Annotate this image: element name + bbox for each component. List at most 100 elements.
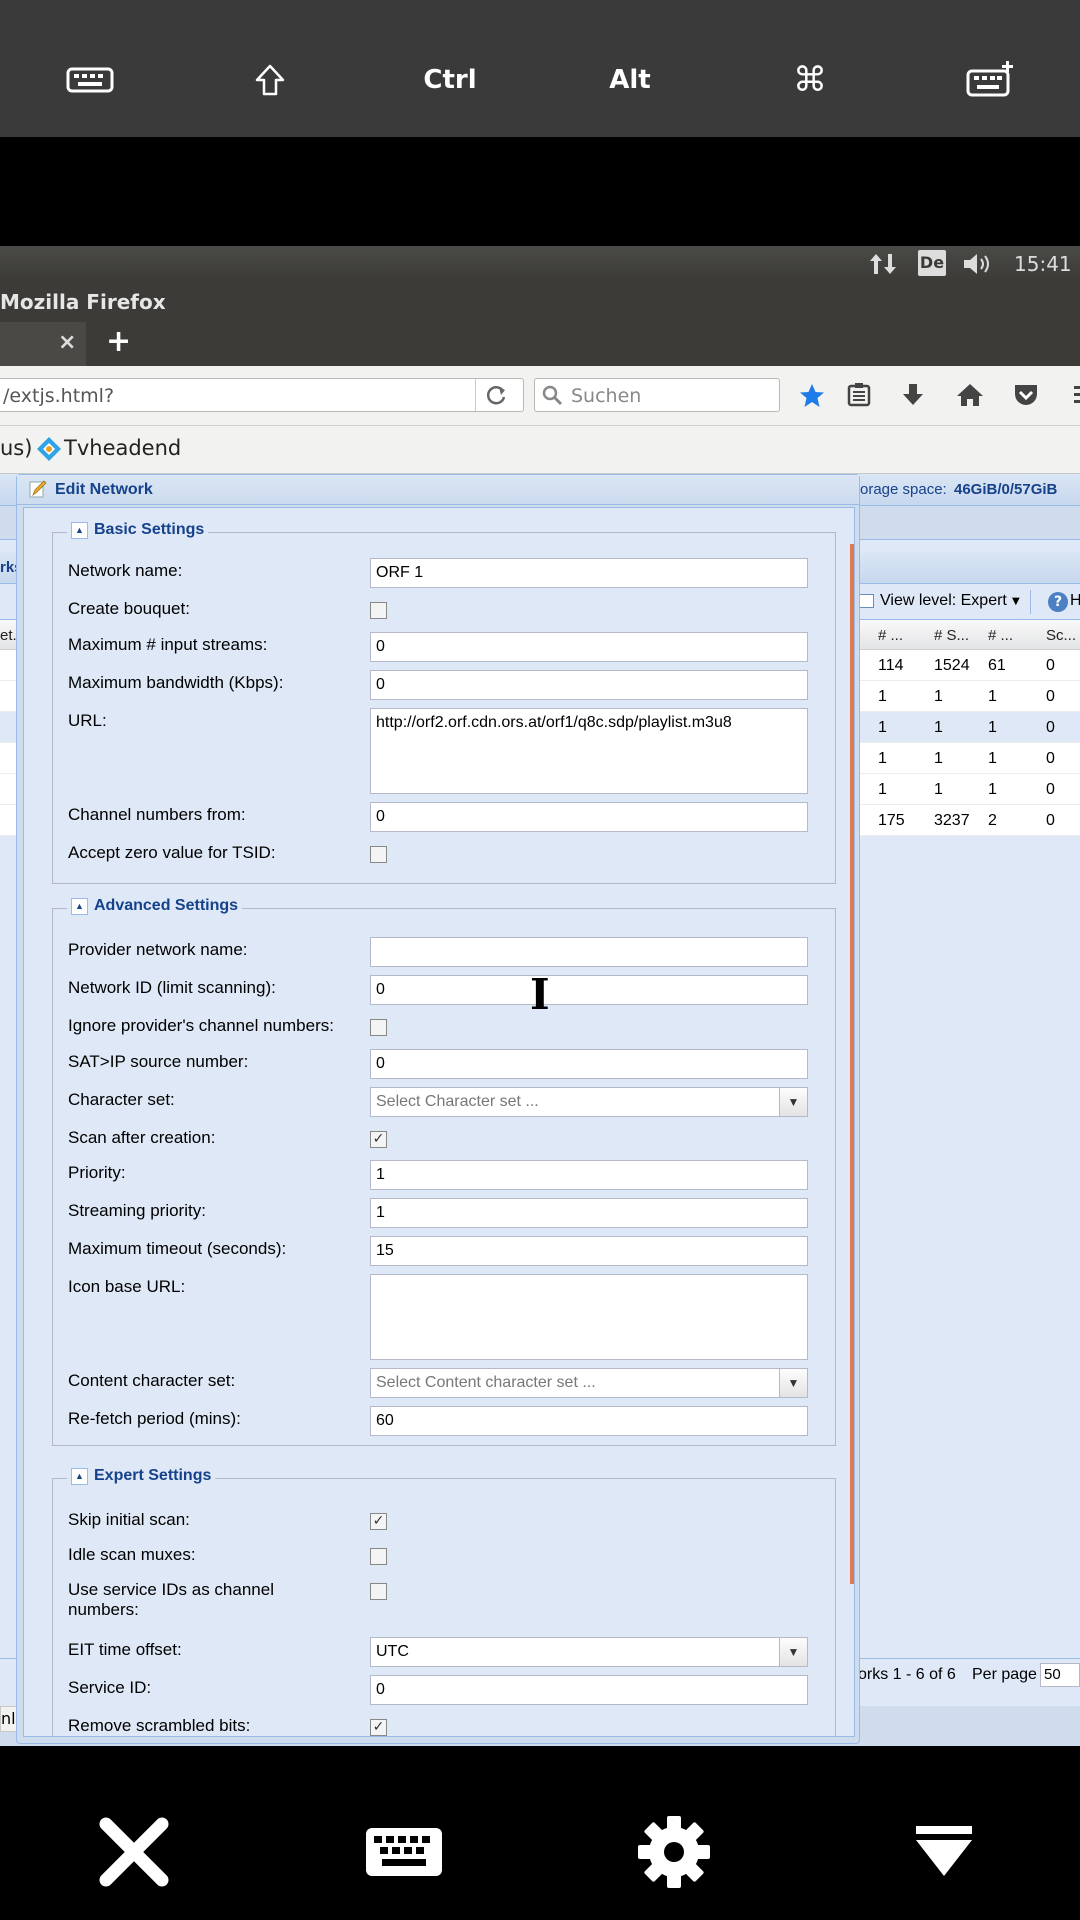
pocket-icon[interactable]: [1012, 382, 1040, 412]
download-icon[interactable]: [900, 382, 926, 412]
max-bandwidth-label: Maximum bandwidth (Kbps):: [68, 673, 284, 692]
reload-icon[interactable]: [485, 383, 509, 411]
scan-after-checkbox[interactable]: ✓: [370, 1131, 387, 1148]
skip-scan-label: Skip initial scan:: [68, 1510, 190, 1529]
bookmarks-toolbar: us) Tvheadend: [0, 426, 1080, 474]
eit-offset-combo[interactable]: UTC ▼: [370, 1637, 808, 1667]
collapse-icon[interactable]: ▲: [71, 897, 88, 915]
grid-col-header[interactable]: # ...: [878, 627, 903, 644]
clock[interactable]: 15:41: [1014, 252, 1072, 276]
max-streams-input[interactable]: 0: [370, 632, 808, 662]
max-bandwidth-input[interactable]: 0: [370, 670, 808, 700]
table-cell: 1: [988, 719, 997, 736]
legend-label: Advanced Settings: [94, 897, 239, 914]
active-tab[interactable]: ×: [0, 322, 86, 366]
channel-from-input[interactable]: 0: [370, 802, 808, 832]
idle-scan-label: Idle scan muxes:: [68, 1545, 196, 1564]
edit-network-dialog: Edit Network ▲ Basic Settings Network na…: [16, 474, 860, 1744]
ignore-chan-checkbox[interactable]: [370, 1019, 387, 1036]
provider-name-input[interactable]: [370, 937, 808, 967]
streaming-priority-input[interactable]: 1: [370, 1198, 808, 1228]
volume-icon[interactable]: [962, 252, 994, 281]
menu-icon[interactable]: [1070, 382, 1080, 412]
remove-scrambled-label: Remove scrambled bits:: [68, 1716, 251, 1735]
keyboard-layout-indicator[interactable]: De: [918, 250, 946, 276]
table-cell: 114: [878, 657, 904, 674]
sid-channel-label-line1: Use service IDs as channel: [68, 1580, 274, 1599]
table-cell: 0: [1046, 750, 1055, 767]
window-title-bar: Mozilla Firefox: [0, 280, 1080, 320]
help-label[interactable]: H: [1070, 592, 1080, 610]
keyboard-settings-icon[interactable]: [910, 53, 1070, 107]
network-transfer-icon[interactable]: [868, 252, 898, 281]
sid-channel-checkbox[interactable]: [370, 1583, 387, 1600]
grid-col-header[interactable]: # ...: [988, 627, 1013, 644]
content-charset-placeholder: Select Content character set ...: [376, 1374, 596, 1391]
close-icon[interactable]: [64, 1802, 204, 1902]
satip-input[interactable]: 0: [370, 1049, 808, 1079]
url-bar[interactable]: /extjs.html?: [0, 378, 524, 412]
skip-scan-checkbox[interactable]: ✓: [370, 1513, 387, 1530]
priority-label: Priority:: [68, 1163, 126, 1182]
content-charset-combo[interactable]: Select Content character set ... ▼: [370, 1368, 808, 1398]
collapse-down-icon[interactable]: [874, 1802, 1014, 1902]
priority-input[interactable]: 1: [370, 1160, 808, 1190]
charset-label: Character set:: [68, 1090, 175, 1109]
timeout-input[interactable]: 15: [370, 1236, 808, 1266]
command-key[interactable]: ⌘: [730, 53, 890, 107]
charset-placeholder: Select Character set ...: [376, 1093, 539, 1110]
charset-combo[interactable]: Select Character set ... ▼: [370, 1087, 808, 1117]
network-name-input[interactable]: ORF 1: [370, 558, 808, 588]
bookmark-partial[interactable]: us): [0, 436, 32, 460]
expert-settings-legend[interactable]: ▲ Expert Settings: [67, 1467, 216, 1485]
dialog-scrollbar[interactable]: [850, 544, 854, 1584]
tab-close-icon[interactable]: ×: [58, 330, 76, 355]
table-cell: 1: [934, 750, 943, 767]
view-level-dropdown[interactable]: View level: Expert: [880, 592, 1007, 610]
refetch-input[interactable]: 60: [370, 1406, 808, 1436]
provider-name-label: Provider network name:: [68, 940, 248, 959]
bookmark-star-icon[interactable]: [798, 382, 826, 414]
url-textarea[interactable]: http://orf2.orf.cdn.ors.at/orf1/q8c.sdp/…: [370, 708, 808, 794]
remove-scrambled-checkbox[interactable]: ✓: [370, 1719, 387, 1736]
alt-key[interactable]: Alt: [550, 53, 710, 107]
ctrl-key[interactable]: Ctrl: [370, 53, 530, 107]
icon-url-textarea[interactable]: [370, 1274, 808, 1360]
bookmark-tvheadend[interactable]: Tvheadend: [64, 436, 181, 460]
network-id-input[interactable]: 0: [370, 975, 808, 1005]
service-id-label: Service ID:: [68, 1678, 152, 1697]
dialog-body: ▲ Basic Settings Network name: ORF 1 Cre…: [23, 507, 855, 1737]
combo-arrow-icon[interactable]: ▼: [779, 1638, 807, 1666]
storage-value: 46GiB/0/57GiB: [954, 481, 1058, 498]
zero-tsid-checkbox[interactable]: [370, 846, 387, 863]
collapse-icon[interactable]: ▲: [71, 521, 88, 539]
basic-settings-legend[interactable]: ▲ Basic Settings: [67, 521, 209, 539]
idle-scan-checkbox[interactable]: [370, 1548, 387, 1565]
table-cell: 1: [988, 688, 997, 705]
advanced-settings-legend[interactable]: ▲ Advanced Settings: [67, 897, 243, 915]
combo-arrow-icon[interactable]: ▼: [779, 1369, 807, 1397]
settings-gear-icon[interactable]: [604, 1802, 744, 1902]
window-title: Mozilla Firefox: [0, 290, 166, 314]
hide-keyboard-icon[interactable]: [10, 53, 170, 107]
collapse-icon[interactable]: ▲: [71, 1467, 88, 1485]
combo-arrow-icon[interactable]: ▼: [779, 1088, 807, 1116]
content-charset-label: Content character set:: [68, 1371, 236, 1390]
home-icon[interactable]: [956, 382, 984, 412]
new-tab-button[interactable]: +: [106, 324, 131, 359]
system-top-panel: De 15:41: [0, 246, 1080, 280]
search-box[interactable]: Suchen: [534, 378, 780, 412]
storage-prefix: orage space:: [860, 481, 947, 498]
max-streams-label: Maximum # input streams:: [68, 635, 268, 654]
keyboard-icon[interactable]: [334, 1802, 474, 1902]
per-page-input[interactable]: 50: [1040, 1663, 1080, 1687]
url-text: /extjs.html?: [3, 385, 115, 407]
grid-col-header[interactable]: Sc...: [1046, 627, 1076, 644]
grid-col-header[interactable]: # S...: [934, 627, 969, 644]
service-id-input[interactable]: 0: [370, 1675, 808, 1705]
reading-list-icon[interactable]: [846, 382, 872, 412]
view-level-icon: [858, 594, 874, 608]
create-bouquet-checkbox[interactable]: [370, 602, 387, 619]
shift-key[interactable]: [190, 53, 350, 107]
help-icon[interactable]: ?: [1048, 592, 1068, 612]
